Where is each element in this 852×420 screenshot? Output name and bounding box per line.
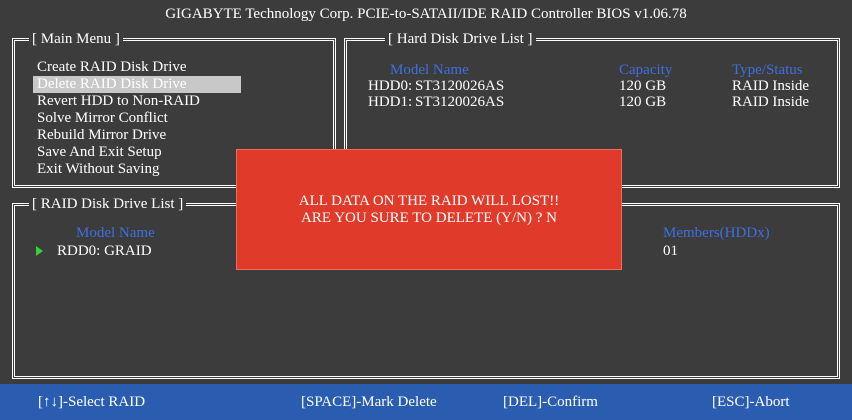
dialog-prompt-text: ARE YOU SURE TO DELETE (Y/N) ? N bbox=[301, 210, 557, 226]
hdd-row-type: RAID Inside bbox=[732, 78, 810, 94]
raid-header-model: Model Name bbox=[76, 225, 155, 241]
raid-row-members: 01 bbox=[663, 243, 678, 259]
hdd-row-capacity: 120 GB bbox=[619, 78, 667, 94]
menu-item-revert-hdd[interactable]: Revert HDD to Non-RAID bbox=[33, 93, 241, 110]
hdd-header-capacity: Capacity bbox=[619, 62, 673, 78]
hdd-row-id: HDD0: bbox=[368, 78, 413, 94]
hdd-row-model: ST3120026AS bbox=[415, 94, 505, 110]
hdd-row-type: RAID Inside bbox=[732, 94, 810, 110]
dialog-warning-text: ALL DATA ON THE RAID WILL LOST!! bbox=[298, 193, 560, 209]
hdd-row-id: HDD1: bbox=[368, 94, 413, 110]
hdd-list-title: [ Hard Disk Drive List ] bbox=[385, 30, 536, 48]
main-menu-title: [ Main Menu ] bbox=[29, 30, 123, 48]
bios-title: GIGABYTE Technology Corp. PCIE-to-SATAII… bbox=[165, 6, 687, 22]
raid-row-name: RDD0: GRAID bbox=[57, 243, 152, 259]
menu-item-rebuild-mirror[interactable]: Rebuild Mirror Drive bbox=[33, 127, 241, 144]
hdd-row-capacity: 120 GB bbox=[619, 94, 667, 110]
help-confirm: [DEL]-Confirm bbox=[503, 394, 598, 410]
hdd-header-model: Model Name bbox=[390, 62, 469, 78]
selection-arrow-icon bbox=[36, 246, 43, 256]
hdd-row-model: ST3120026AS bbox=[415, 78, 505, 94]
raid-list-title: [ RAID Disk Drive List ] bbox=[29, 195, 187, 213]
help-mark-delete: [SPACE]-Mark Delete bbox=[301, 394, 437, 410]
hdd-header-type: Type/Status bbox=[732, 62, 803, 78]
menu-item-create-raid[interactable]: Create RAID Disk Drive bbox=[33, 59, 241, 76]
delete-confirm-dialog[interactable]: ALL DATA ON THE RAID WILL LOST!! ARE YOU… bbox=[236, 149, 622, 270]
help-abort: [ESC]-Abort bbox=[712, 394, 790, 410]
menu-item-exit-without-saving[interactable]: Exit Without Saving bbox=[33, 161, 241, 178]
menu-item-save-exit[interactable]: Save And Exit Setup bbox=[33, 144, 241, 161]
raid-header-members: Members(HDDx) bbox=[663, 225, 770, 241]
menu-item-delete-raid[interactable]: Delete RAID Disk Drive bbox=[33, 76, 241, 93]
main-menu-list: Create RAID Disk Drive Delete RAID Disk … bbox=[33, 59, 241, 178]
help-bar: [↑↓]-Select RAID [SPACE]-Mark Delete [DE… bbox=[0, 384, 852, 420]
menu-item-solve-mirror-conflict[interactable]: Solve Mirror Conflict bbox=[33, 110, 241, 127]
help-select-raid: [↑↓]-Select RAID bbox=[38, 394, 146, 410]
